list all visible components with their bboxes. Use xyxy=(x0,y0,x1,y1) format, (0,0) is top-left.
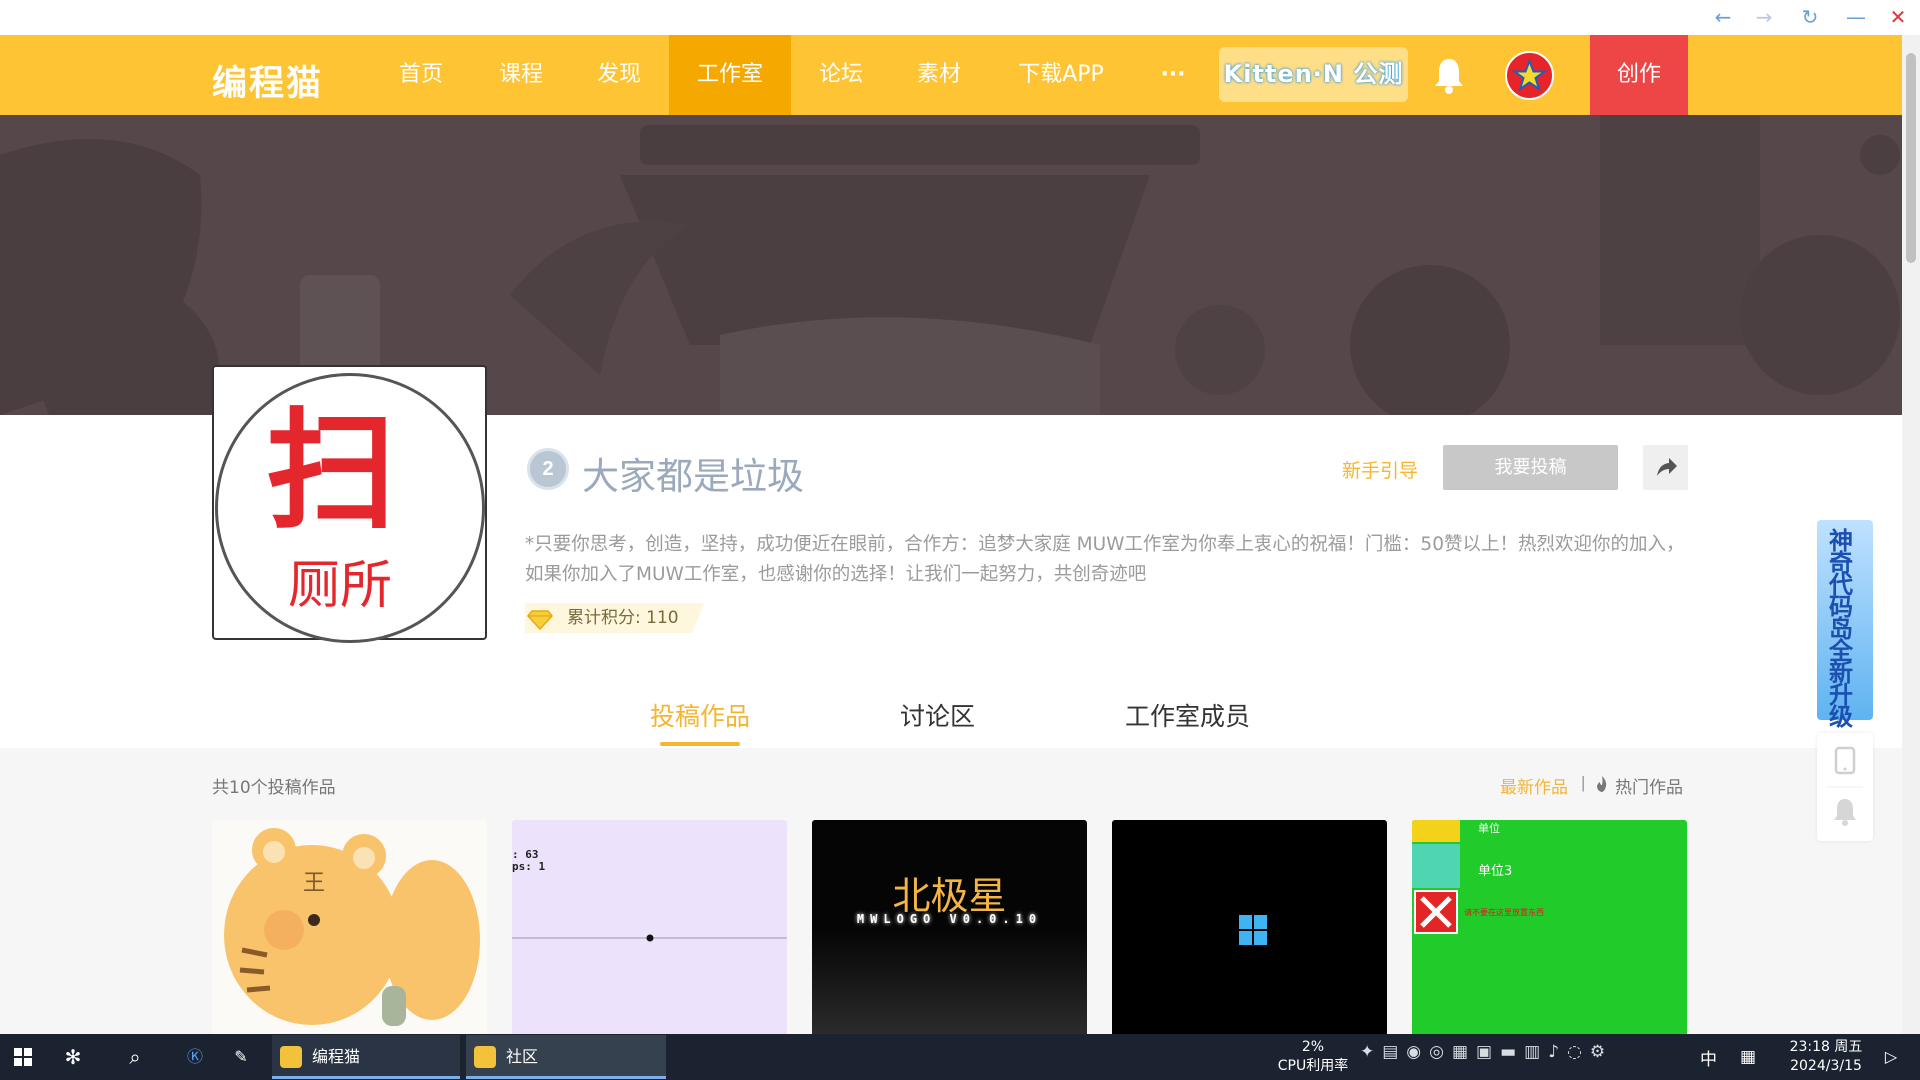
arrow-left-icon[interactable]: ← xyxy=(1707,2,1739,32)
submit-work-button[interactable]: 我要投稿 xyxy=(1443,445,1618,490)
fade-gradient xyxy=(812,930,1087,1034)
browser-titlebar: ← → ↻ — ✕ xyxy=(0,0,1920,35)
nav-more-button[interactable]: ··· xyxy=(1148,35,1198,115)
unit-label: 单位 xyxy=(1478,822,1500,835)
keyboard-grid-icon[interactable]: ▦ xyxy=(1733,1042,1763,1072)
floating-toolbar xyxy=(1817,733,1873,841)
svg-text:王: 王 xyxy=(303,871,325,896)
nav-item-studio[interactable]: 工作室 xyxy=(669,35,791,115)
taskbar-app-codemao[interactable]: 编程猫 xyxy=(272,1035,460,1079)
screen: ← → ↻ — ✕ 编程猫 首页 课程 发现 工作室 论坛 素材 下载APP ·… xyxy=(0,0,1920,1080)
close-icon[interactable]: ✕ xyxy=(1882,2,1914,32)
avatar-big-char: 扫 xyxy=(266,394,397,547)
reload-icon[interactable]: ↻ xyxy=(1794,2,1826,32)
nav-item-discover[interactable]: 发现 xyxy=(578,35,660,115)
beginner-guide-link[interactable]: 新手引导 xyxy=(1342,456,1418,483)
work-card[interactable]: : 63 ps: 1 xyxy=(512,820,787,1034)
tab-submitted-works[interactable]: 投稿作品 xyxy=(650,697,750,733)
cpu-usage: 2% CPU利用率 xyxy=(1268,1038,1358,1076)
k-app-icon[interactable]: Ⓚ xyxy=(180,1042,210,1072)
system-tray-icons[interactable]: ✦▤◉◎▦▣▬▥♪◌⚙ xyxy=(1360,1042,1613,1062)
community-app-icon xyxy=(474,1046,496,1068)
arrow-right-icon[interactable]: → xyxy=(1748,2,1780,32)
nav-item-materials[interactable]: 素材 xyxy=(898,35,980,115)
floating-icons xyxy=(1827,746,1863,826)
sort-newest-link[interactable]: 最新作品 xyxy=(1500,773,1568,798)
warning-text: 请不要在这里放置东西 xyxy=(1464,908,1544,917)
share-icon xyxy=(1657,458,1677,476)
windows-taskbar: ✻ ⌕ Ⓚ ✎ 编程猫 社区 2% CPU利用率 ✦▤◉◎▦▣▬▥♪◌⚙ 中 ▦… xyxy=(0,1034,1920,1080)
purple-thumbnail xyxy=(512,934,787,942)
tab-discussion[interactable]: 讨论区 xyxy=(900,697,975,733)
bell-icon[interactable] xyxy=(1834,799,1856,826)
clock-date: 2024/3/15 xyxy=(1790,1058,1862,1074)
input-method-indicator[interactable]: 中 xyxy=(1700,1045,1717,1070)
tiger-thumbnail: 王 xyxy=(224,828,480,1026)
studio-name: 大家都是垃圾 xyxy=(582,455,804,498)
tab-studio-members[interactable]: 工作室成员 xyxy=(1125,697,1250,733)
taskbar-app-label: 编程猫 xyxy=(312,1047,361,1066)
sort-hot-link[interactable]: 热门作品 xyxy=(1615,773,1683,798)
star-icon xyxy=(1511,58,1548,92)
tablet-icon[interactable] xyxy=(1834,746,1856,775)
work-card[interactable]: 北极星 MWLOGO V0.0.10 xyxy=(812,820,1087,1034)
windows-logo-thumbnail xyxy=(1239,915,1267,945)
taskbar-app-label: 社区 xyxy=(506,1047,539,1066)
promo-text: 神奇代码岛全新升级 xyxy=(1829,527,1853,731)
tool-app-icon[interactable]: ✎ xyxy=(226,1042,256,1072)
codemao-app-icon xyxy=(280,1046,302,1068)
studio-avatar: 扫 厕所 xyxy=(215,373,485,643)
nav-item-forum[interactable]: 论坛 xyxy=(800,35,882,115)
scrollbar-thumb[interactable] xyxy=(1906,53,1916,263)
studio-description: *只要你思考，创造，坚持，成功便近在眼前，合作方：追梦大家庭 MUW工作室为你奉… xyxy=(525,534,1685,585)
page-scrollbar[interactable] xyxy=(1902,35,1920,1034)
yellow-block xyxy=(1412,820,1460,842)
cpu-percent: 2% xyxy=(1301,1039,1325,1055)
user-avatar[interactable] xyxy=(1505,51,1554,100)
unit-label: 单位3 xyxy=(1478,864,1513,879)
promo-banner[interactable]: 神奇代码岛全新升级 xyxy=(1817,520,1873,729)
kitten-n-beta-badge[interactable]: Kitten·N 公测 xyxy=(1219,47,1408,102)
works-count: 共10个投稿作品 xyxy=(212,778,336,798)
windows-start-icon[interactable] xyxy=(8,1042,38,1072)
bell-icon[interactable] xyxy=(1432,55,1466,95)
sort-separator: | xyxy=(1581,773,1586,792)
cpu-label: CPU利用率 xyxy=(1277,1058,1349,1074)
search-icon[interactable]: ⌕ xyxy=(120,1042,150,1072)
site-logo[interactable]: 编程猫 xyxy=(212,55,323,106)
work-card[interactable]: 王 xyxy=(212,820,487,1034)
taskbar-clock[interactable]: 23:18 周五 2024/3/15 xyxy=(1776,1038,1876,1076)
top-nav: 编程猫 首页 课程 发现 工作室 论坛 素材 下载APP ··· Kitten·… xyxy=(0,35,1902,115)
active-tab-underline xyxy=(660,742,740,746)
fire-icon xyxy=(1597,776,1607,792)
work-card[interactable] xyxy=(1112,820,1387,1034)
create-button[interactable]: 创作 xyxy=(1590,35,1688,115)
fan-icon[interactable]: ✻ xyxy=(58,1042,88,1072)
card-subtitle: MWLOGO V0.0.10 xyxy=(856,912,1043,926)
avatar-small-text: 厕所 xyxy=(288,556,393,616)
nav-item-home[interactable]: 首页 xyxy=(380,35,462,115)
share-button[interactable] xyxy=(1643,445,1688,490)
level-badge: 2 xyxy=(527,448,569,490)
work-card[interactable]: 单位 单位3 请不要在这里放置东西 xyxy=(1412,820,1687,1034)
close-icon xyxy=(1414,890,1458,934)
minimize-icon[interactable]: — xyxy=(1840,2,1872,32)
diamond-icon xyxy=(527,610,553,631)
taskbar-app-community[interactable]: 社区 xyxy=(466,1035,666,1079)
nav-item-download-app[interactable]: 下载APP xyxy=(1000,35,1122,115)
show-desktop-icon[interactable]: ▷ xyxy=(1876,1042,1906,1072)
clock-time: 23:18 周五 xyxy=(1789,1039,1863,1055)
nav-item-courses[interactable]: 课程 xyxy=(480,35,562,115)
teal-block xyxy=(1412,844,1460,888)
